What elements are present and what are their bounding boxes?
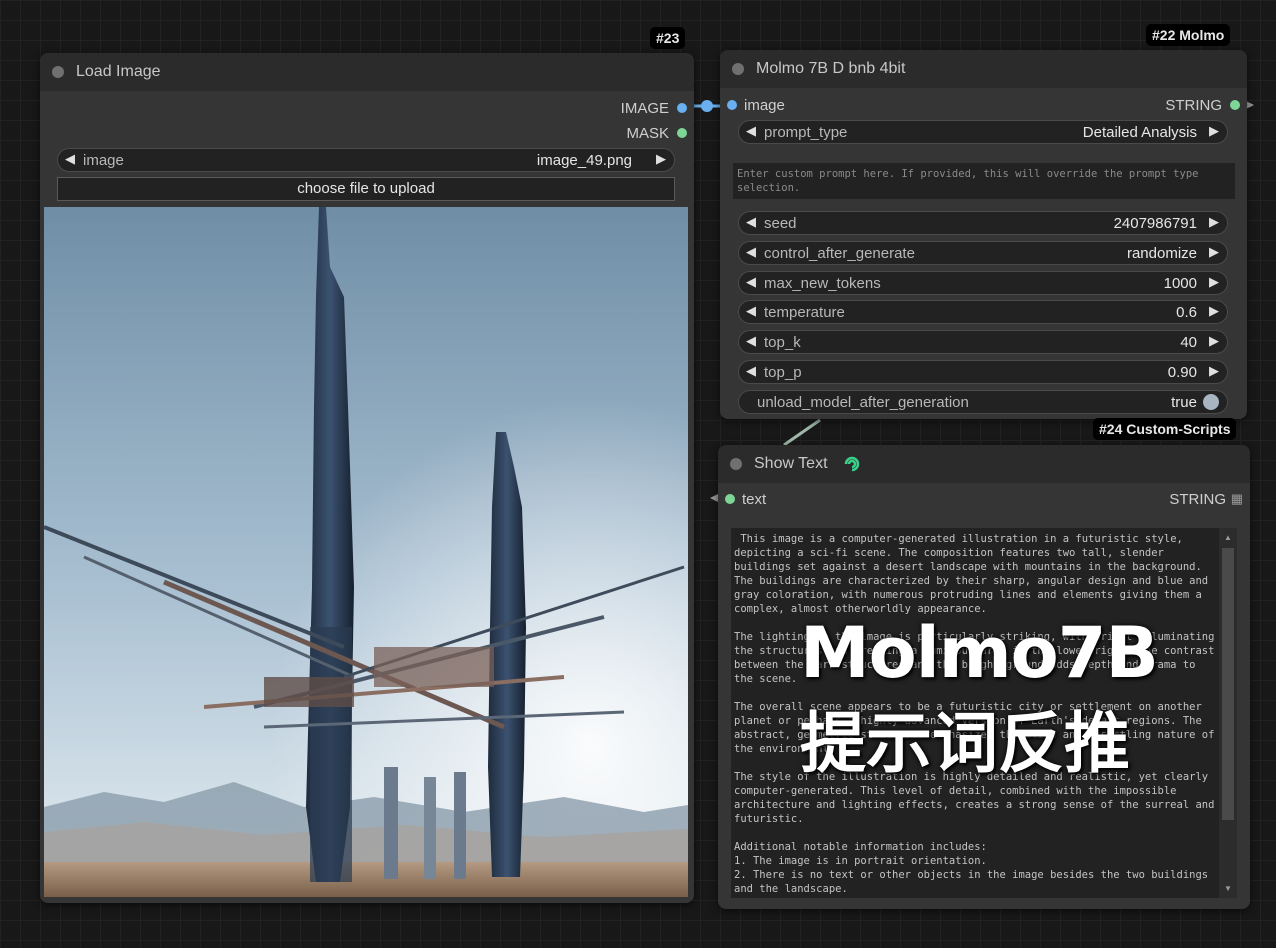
scroll-up-icon[interactable]: ▲ (1224, 533, 1232, 542)
seed-widget[interactable]: ◀ seed 2407986791 ▶ (738, 211, 1228, 235)
molmo-title-bar[interactable]: Molmo 7B D bnb 4bit (720, 50, 1247, 88)
widget-label: seed (764, 215, 797, 232)
arrow-right-icon[interactable]: ▶ (656, 151, 666, 167)
string-link-arrow-out (1246, 101, 1254, 109)
node-badge-load-image: #23 (650, 27, 686, 49)
node-badge-molmo: #22 Molmo (1146, 24, 1231, 46)
widget-label: top_k (764, 334, 801, 351)
arrow-right-icon[interactable]: ▶ (1209, 214, 1219, 230)
arrow-right-icon[interactable]: ▶ (1209, 303, 1219, 319)
molmo-node[interactable]: Molmo 7B D bnb 4bit image STRING ◀ promp… (720, 50, 1247, 419)
string-link-arrow-in (710, 494, 718, 502)
scroll-down-icon[interactable]: ▼ (1224, 884, 1232, 893)
widget-value: randomize (1126, 245, 1197, 262)
widget-value: Detailed Analysis (1082, 124, 1197, 141)
show-text-title-bar[interactable]: Show Text (718, 445, 1250, 483)
image-combo-widget[interactable]: ◀ image image_49.png ▶ (57, 148, 675, 172)
image-link-midpoint (701, 100, 713, 112)
arrow-left-icon[interactable]: ◀ (746, 303, 756, 319)
image-preview (44, 207, 688, 897)
arrow-left-icon[interactable]: ◀ (746, 123, 756, 139)
widget-value: 40 (1180, 334, 1197, 351)
arrow-left-icon[interactable]: ◀ (746, 274, 756, 290)
max-new-tokens-widget[interactable]: ◀ max_new_tokens 1000 ▶ (738, 271, 1228, 295)
arrow-left-icon[interactable]: ◀ (746, 363, 756, 379)
widget-value: true (1171, 394, 1197, 411)
widget-label: max_new_tokens (764, 275, 881, 292)
arrow-right-icon[interactable]: ▶ (1209, 363, 1219, 379)
widget-label: temperature (764, 304, 845, 321)
widget-label: image (83, 152, 124, 169)
load-image-node[interactable]: Load Image IMAGE MASK ◀ image image_49.p… (40, 53, 694, 903)
preview-illustration (44, 207, 688, 897)
text-scrollbar[interactable]: ▲ ▼ (1219, 528, 1237, 898)
output-label-string: STRING (1165, 97, 1222, 114)
output-label-mask: MASK (626, 125, 669, 142)
output-label-string: STRING (1169, 491, 1226, 508)
node-title: Load Image (76, 63, 161, 80)
node-badge-show-text: #24 Custom-Scripts (1093, 418, 1237, 440)
input-slot-image-dot-icon[interactable] (727, 100, 737, 110)
widget-value: 0.90 (1167, 364, 1197, 381)
widget-value: 0.6 (1176, 304, 1197, 321)
input-label-text: text (742, 491, 767, 508)
widget-value: image_49.png (536, 152, 632, 169)
output-slot-mask-dot-icon[interactable] (677, 128, 687, 138)
input-slot-text-dot-icon[interactable] (725, 494, 735, 504)
widget-label: unload_model_after_generation (757, 394, 969, 411)
output-slot-string-dot-icon[interactable] (1230, 100, 1240, 110)
load-image-title-bar[interactable]: Load Image (40, 53, 694, 91)
scrollbar-thumb[interactable] (1222, 548, 1234, 820)
temperature-widget[interactable]: ◀ temperature 0.6 ▶ (738, 300, 1228, 324)
collapse-dot-icon[interactable] (732, 63, 744, 75)
overlay-subtitle: 提示词反推 (800, 705, 1130, 782)
toggle-knob-icon[interactable] (1203, 394, 1219, 410)
arrow-left-icon[interactable]: ◀ (746, 214, 756, 230)
output-label-image: IMAGE (620, 100, 669, 117)
widget-label: top_p (764, 364, 802, 381)
overlay-title: Molmo7B (800, 612, 1159, 694)
control-after-generate-widget[interactable]: ◀ control_after_generate randomize ▶ (738, 241, 1228, 265)
node-title: Show Text (754, 455, 828, 472)
widget-label: control_after_generate (764, 245, 915, 262)
output-grid-icon[interactable]: ▦ (1231, 491, 1243, 507)
top-p-widget[interactable]: ◀ top_p 0.90 ▶ (738, 360, 1228, 384)
custom-prompt-input[interactable]: Enter custom prompt here. If provided, t… (733, 163, 1235, 199)
string-link (783, 418, 821, 447)
widget-value: 2407986791 (1113, 215, 1197, 232)
output-slot-image-dot-icon[interactable] (677, 103, 687, 113)
unload-model-toggle[interactable]: unload_model_after_generation true (738, 390, 1228, 414)
arrow-left-icon[interactable]: ◀ (65, 151, 75, 167)
arrow-right-icon[interactable]: ▶ (1209, 244, 1219, 260)
widget-label: prompt_type (764, 124, 848, 141)
collapse-dot-icon[interactable] (52, 66, 64, 78)
arrow-right-icon[interactable]: ▶ (1209, 333, 1219, 349)
arrow-left-icon[interactable]: ◀ (746, 333, 756, 349)
prompt-type-combo[interactable]: ◀ prompt_type Detailed Analysis ▶ (738, 120, 1228, 144)
arrow-right-icon[interactable]: ▶ (1209, 123, 1219, 139)
top-k-widget[interactable]: ◀ top_k 40 ▶ (738, 330, 1228, 354)
collapse-dot-icon[interactable] (730, 458, 742, 470)
custom-scripts-icon (844, 456, 860, 472)
arrow-right-icon[interactable]: ▶ (1209, 274, 1219, 290)
node-title: Molmo 7B D bnb 4bit (756, 60, 906, 77)
upload-button[interactable]: choose file to upload (57, 177, 675, 201)
arrow-left-icon[interactable]: ◀ (746, 244, 756, 260)
input-label-image: image (744, 97, 785, 114)
widget-value: 1000 (1163, 275, 1197, 292)
